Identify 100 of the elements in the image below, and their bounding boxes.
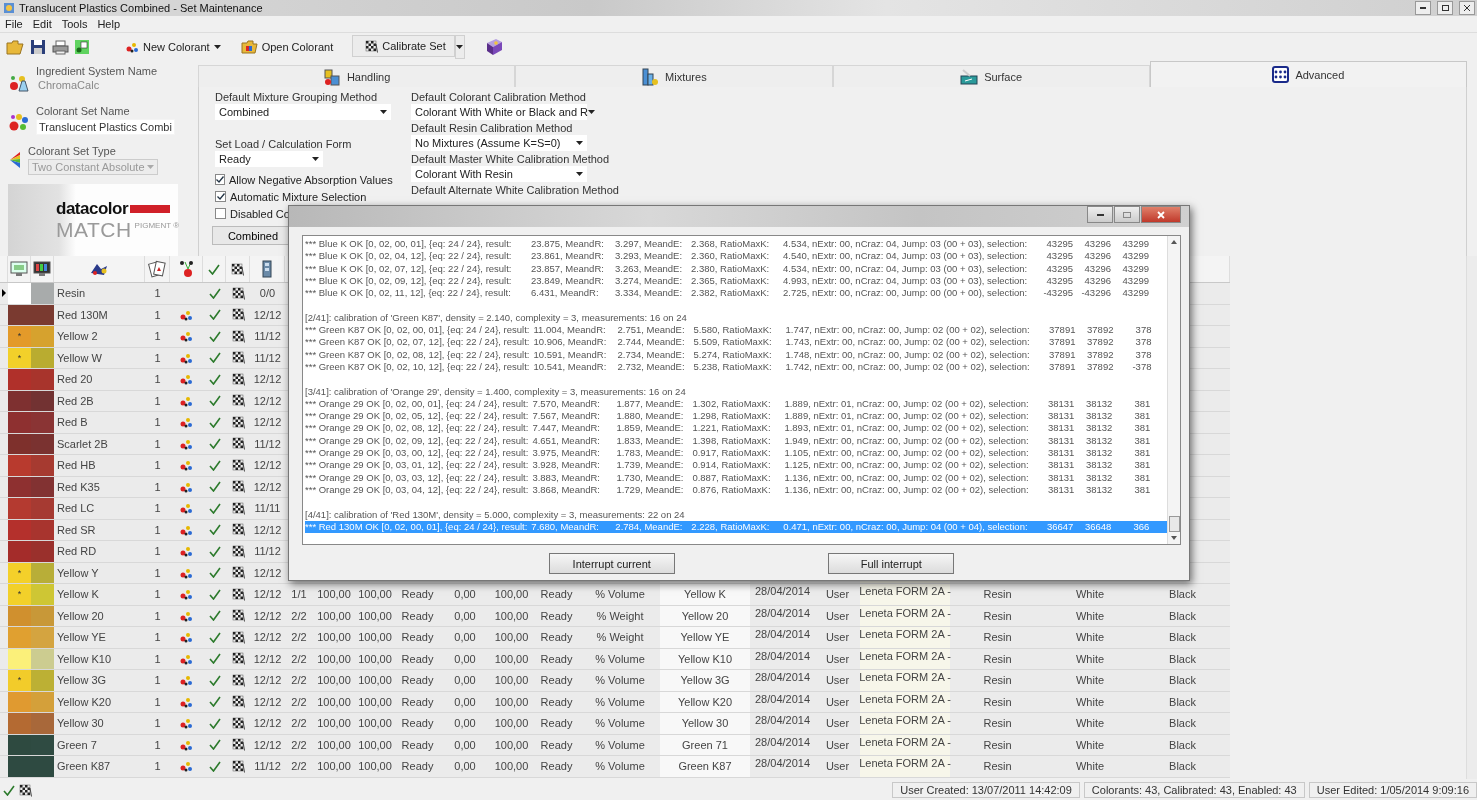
check-icon xyxy=(208,567,221,579)
menu-item[interactable]: Edit xyxy=(32,18,52,30)
checkered-flag-icon[interactable] xyxy=(19,783,32,797)
log-line[interactable]: *** Orange 29 OK [0, 03, 01, 12], {eq: 22 / 24}, result: 3.928, MeandR: 1.739, MeandE: 0.914, RatioMaxK: 1.125, nExtr: 00, nCraz: 00, Jump: 02 (00 + 02), selection: 38131 38132 381 xyxy=(305,459,1167,472)
checkered-flag-icon xyxy=(231,566,245,580)
check-icon xyxy=(208,610,221,622)
log-line[interactable]: *** Orange 29 OK [0, 02, 09, 12], {eq: 22 / 24}, result: 4.651, MeandR: 1.833, MeandE: 1.398, RatioMaxK: 1.949, nExtr: 00, nCraz: 00, Jump: 02 (00 + 02), selection: 38131 38132 381 xyxy=(305,434,1167,448)
table-cell: 1 xyxy=(154,373,161,386)
colorant-name: Red RD xyxy=(57,545,97,558)
maximize-icon xyxy=(1123,211,1131,218)
text-field[interactable]: Translucent Plastics Combi xyxy=(36,119,175,136)
combo-box[interactable]: Ready xyxy=(215,151,323,167)
minimize-button[interactable] xyxy=(1415,1,1431,15)
table-cell: 1 xyxy=(154,566,161,579)
toolbar-button[interactable]: Calibrate Set xyxy=(352,35,455,57)
colorant-name: Yellow 20 xyxy=(57,609,104,622)
table-cell-text: Resin xyxy=(982,737,1013,753)
toolbar-button[interactable]: New Colorant xyxy=(119,36,228,58)
log-line[interactable]: *** Blue K OK [0, 02, 11, 12], {eq: 22 / 24}, result: 6.431, MeandR: 3.334, MeandE: 2.382, RatioMaxK: 2.725, nExtr: 00, nCraz: 00, Jump: 00 (00 + 00), selection: -43295 -43296 43299 xyxy=(305,287,1167,300)
tab[interactable]: Handling xyxy=(198,65,516,87)
table-cell-text: Resin xyxy=(982,759,1013,775)
log-line[interactable]: *** Blue K OK [0, 02, 04, 12], {eq: 22 / 24}, result: 23.861, MeandR: 3.293, MeandE: 2.360, RatioMaxK: 4.540, nExtr: 00, nCraz: 04, Jump: 03 (00 + 03), selection: 43295 43296 43299 xyxy=(305,250,1167,263)
combo-box[interactable]: Combined xyxy=(215,104,391,120)
table-cell-text: Ready xyxy=(400,608,435,624)
scroll-thumb[interactable] xyxy=(1168,516,1180,532)
log-line[interactable]: *** Blue K OK [0, 02, 09, 12], {eq: 22 / 24}, result: 23.849, MeandR: 3.274, MeandE: 2.365, RatioMaxK: 4.993, nExtr: 00, nCraz: 04, Jump: 03 (00 + 03), selection: 43295 43296 43299 xyxy=(305,274,1167,288)
table-cell: 1 xyxy=(154,330,161,343)
tab[interactable]: Mixtures xyxy=(515,65,833,87)
table-cell: 12/12 xyxy=(253,738,282,751)
log-line[interactable]: [3/41]: calibration of 'Orange 29', density = 1.400, complexity = 3, measurements: 16 on 24 xyxy=(305,385,1167,398)
checkbox[interactable] xyxy=(215,174,225,185)
log-line[interactable]: *** Orange 29 OK [0, 02, 00, 01], {eq: 24 / 24}, result: 7.570, MeandR: 1.877, MeandE: 1.302, RatioMaxK: 1.889, nExtr: 01, nCraz: 00, Jump: 02 (00 + 02), selection: 38131 38132 381 xyxy=(305,397,1167,411)
check-icon xyxy=(208,696,221,708)
log-line[interactable]: *** Blue K OK [0, 02, 00, 01], {eq: 24 / 24}, result: 23.875, MeandR: 3.297, MeandE: 2.368, RatioMaxK: 4.534, nExtr: 00, nCraz: 04, Jump: 03 (00 + 03), selection: 43295 43296 43299 xyxy=(305,238,1167,251)
combo-box[interactable]: No Mixtures (Assume K=S=0) xyxy=(411,135,587,151)
checkered-flag-icon xyxy=(231,286,245,300)
table-cell-text: White xyxy=(1074,608,1106,624)
table-cell-text: Resin xyxy=(982,651,1013,667)
button[interactable]: Interrupt current xyxy=(548,553,675,574)
checkbox[interactable] xyxy=(215,191,226,202)
dropdown-button[interactable] xyxy=(454,35,465,59)
scrollbar[interactable] xyxy=(1167,236,1180,544)
button[interactable]: Full interrupt xyxy=(828,553,955,574)
log-line[interactable]: *** Orange 29 OK [0, 03, 00, 12], {eq: 22 / 24}, result: 3.975, MeandR: 1.783, MeandE: 0.917, RatioMaxK: 1.105, nExtr: 00, nCraz: 00, Jump: 02 (00 + 02), selection: 38131 38132 381 xyxy=(305,447,1167,460)
table-cell: Green 71 xyxy=(660,734,750,755)
log-line[interactable]: [2/41]: calibration of 'Green K87', density = 2.140, complexity = 3, measurements: 16 on 24 xyxy=(305,311,1167,325)
table-cell: 11/11 xyxy=(254,502,281,515)
close-button[interactable] xyxy=(1459,1,1475,15)
table-cell-text: Resin xyxy=(982,587,1013,603)
table-cell-text: Black xyxy=(1168,608,1197,624)
scrollbar[interactable] xyxy=(1466,256,1477,779)
log-line[interactable]: *** Green K87 OK [0, 02, 08, 12], {eq: 22 / 24}, result: 10.591, MeandR: 2.734, MeandE: 5.274, RatioMaxK: 1.748, nExtr: 00, nCraz: 00, Jump: 02 (00 + 02), selection: 37891 37892 378 xyxy=(305,348,1167,361)
tab[interactable]: Surface xyxy=(832,65,1150,87)
log-line[interactable]: *** Orange 29 OK [0, 03, 04, 12], {eq: 22 / 24}, result: 3.868, MeandR: 1.729, MeandE: 0.876, RatioMaxK: 1.136, nExtr: 00, nCraz: 00, Jump: 02 (00 + 02), selection: 38131 38132 381 xyxy=(305,483,1167,497)
table-cell-text: 100,00 xyxy=(493,694,530,710)
table-cell-text: 100,00 xyxy=(357,651,393,667)
menu-item[interactable]: File xyxy=(5,18,23,30)
caret-icon xyxy=(312,157,319,161)
log-line[interactable]: *** Orange 29 OK [0, 02, 05, 12], {eq: 22 / 24}, result: 7.567, MeandR: 1.880, MeandE: 1.298, RatioMaxK: 1.889, nExtr: 01, nCraz: 00, Jump: 02 (00 + 02), selection: 38131 38132 381 xyxy=(305,410,1167,423)
minimize-button[interactable] xyxy=(1087,206,1113,223)
table-cell: 1 xyxy=(154,287,161,300)
maximize-button[interactable] xyxy=(1437,1,1453,15)
table-cell-text: White xyxy=(1074,673,1106,689)
menu-item[interactable]: Help xyxy=(97,18,120,30)
status-panel: User Created: 13/07/2011 14:42:09 xyxy=(892,782,1080,798)
log-line[interactable]: *** Green K87 OK [0, 02, 00, 01], {eq: 24 / 24}, result: 11.004, MeandR: 2.751, MeandE: 5.580, RatioMaxK: 1.747, nExtr: 00, nCraz: 00, Jump: 02 (00 + 02), selection: 37891 37892 378 xyxy=(305,324,1167,337)
table-cell-text: 0,00 xyxy=(453,759,477,775)
window-title: Translucent Plastics Combined - Set Maintenance xyxy=(19,2,263,14)
open-folder-icon[interactable] xyxy=(6,39,24,55)
menu-item[interactable]: Tools xyxy=(61,18,88,30)
table-cell: 11/12 xyxy=(254,760,281,773)
check-icon xyxy=(208,502,221,514)
checkered-flag-icon xyxy=(231,308,245,322)
log-line[interactable]: *** Blue K OK [0, 02, 07, 12], {eq: 22 / 24}, result: 23.857, MeandR: 3.263, MeandE: 2.380, RatioMaxK: 4.534, nExtr: 00, nCraz: 04, Jump: 03 (00 + 03), selection: 43295 43296 43299 xyxy=(305,262,1167,275)
table-cell-text: Black xyxy=(1168,673,1197,689)
check-icon xyxy=(3,784,15,796)
combo-box[interactable]: Colorant With Resin xyxy=(411,166,587,182)
tab[interactable]: Advanced xyxy=(1149,61,1467,87)
log-line[interactable]: *** Green K87 OK [0, 02, 07, 12], {eq: 22 / 24}, result: 10.906, MeandR: 2.744, MeandE: 5.509, RatioMaxK: 1.743, nExtr: 00, nCraz: 00, Jump: 02 (00 + 02), selection: 37891 37892 378 xyxy=(305,336,1167,349)
checkered-flag-icon xyxy=(231,630,245,644)
table-cell: 1 xyxy=(154,351,161,364)
log-line[interactable]: [4/41]: calibration of 'Red 130M', density = 5.000, complexity = 3, measurements: 22 on 24 xyxy=(305,508,1167,521)
log-line[interactable]: *** Orange 29 OK [0, 02, 08, 12], {eq: 22 / 24}, result: 7.447, MeandR: 1.859, MeandE: 1.221, RatioMaxK: 1.893, nExtr: 01, nCraz: 00, Jump: 02 (00 + 02), selection: 38131 38132 381 xyxy=(305,422,1167,435)
log-line[interactable]: *** Green K87 OK [0, 02, 10, 12], {eq: 22 / 24}, result: 10.541, MeandR: 2.732, MeandE: 5.238, RatioMaxK: 1.742, nExtr: 00, nCraz: 00, Jump: 02 (00 + 02), selection: 37891 37892 -378 xyxy=(305,360,1167,374)
scroll-up-icon[interactable] xyxy=(1171,240,1177,244)
table-cell-text: % Volume xyxy=(594,716,646,732)
squares-icon[interactable] xyxy=(75,40,89,54)
table-cell-text: 2/2 xyxy=(290,651,308,667)
toolbar-button[interactable]: Open Colorant xyxy=(233,36,341,58)
table-cell: Leneta FORM 2A - xyxy=(860,756,950,777)
log-line[interactable]: *** Orange 29 OK [0, 03, 03, 12], {eq: 22 / 24}, result: 3.883, MeandR: 1.730, MeandE: 0.887, RatioMaxK: 1.136, nExtr: 00, nCraz: 00, Jump: 02 (00 + 02), selection: 38131 38132 381 xyxy=(305,471,1167,484)
table-cell-text: 2/2 xyxy=(290,673,308,689)
table-cell-text: % Weight xyxy=(595,608,645,624)
colorant-name: Red 20 xyxy=(57,373,93,386)
checkbox[interactable] xyxy=(215,208,226,219)
printer-icon[interactable] xyxy=(52,39,69,55)
save-icon[interactable] xyxy=(30,39,46,55)
table-cell: 1 xyxy=(154,459,161,472)
checkbox-label: Automatic Mixture Selection xyxy=(230,190,367,203)
check-icon xyxy=(208,459,221,471)
